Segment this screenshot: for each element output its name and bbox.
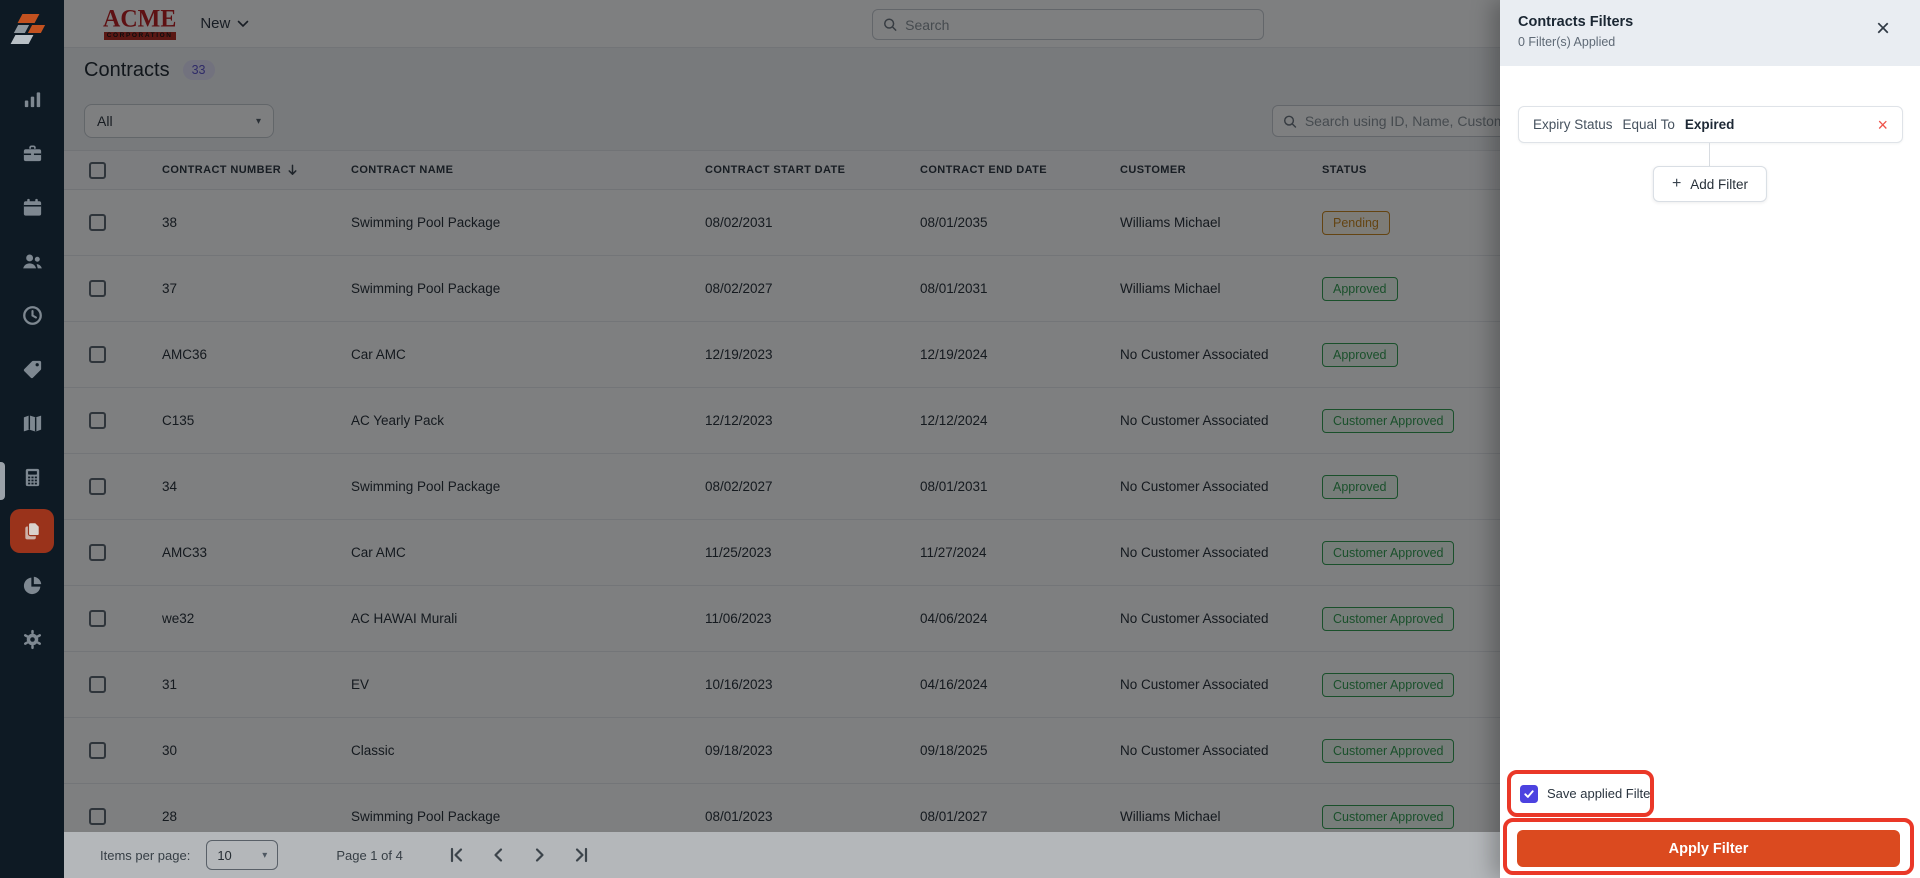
- items-per-page-value: 10: [217, 847, 232, 863]
- save-filter-annotation-box: Save applied Filter: [1507, 770, 1654, 817]
- pagination-bar: Items per page: 10 ▾ Page 1 of 4: [64, 832, 1500, 878]
- clock-icon: [21, 304, 44, 327]
- sidebar-item-calendar[interactable]: [0, 180, 64, 234]
- add-filter-button[interactable]: + Add Filter: [1652, 166, 1768, 202]
- sidebar-item-gear[interactable]: [0, 612, 64, 666]
- filters-panel-title: Contracts Filters: [1518, 14, 1634, 30]
- filter-field: Expiry Status: [1533, 117, 1613, 132]
- items-per-page-dropdown[interactable]: 10 ▾: [206, 840, 279, 870]
- next-page-button[interactable]: [531, 846, 549, 864]
- plus-icon: +: [1671, 175, 1682, 192]
- filter-operator: Equal To: [1622, 117, 1675, 132]
- filter-connector-line: [1709, 143, 1710, 166]
- sidebar-item-pie-chart[interactable]: [0, 558, 64, 612]
- sidebar-collapse-handle[interactable]: [0, 462, 5, 500]
- contracts-filters-panel: Contracts Filters 0 Filter(s) Applied × …: [1500, 0, 1920, 878]
- sidebar-item-calculator[interactable]: [0, 450, 64, 504]
- pie-chart-icon: [21, 574, 44, 597]
- add-filter-label: Add Filter: [1690, 176, 1749, 192]
- zoho-fsm-logo[interactable]: [0, 0, 64, 62]
- calculator-icon: [21, 466, 44, 489]
- checkmark-icon: [1524, 789, 1534, 798]
- apply-filter-button[interactable]: Apply Filter: [1517, 830, 1900, 867]
- sidebar-item-briefcase[interactable]: [0, 126, 64, 180]
- first-page-button[interactable]: [447, 846, 465, 864]
- sidebar-item-map[interactable]: [0, 396, 64, 450]
- filter-condition-row[interactable]: Expiry Status Equal To Expired ×: [1518, 106, 1903, 143]
- sidebar-item-documents[interactable]: [0, 504, 64, 558]
- save-filter-label: Save applied Filter: [1547, 786, 1654, 801]
- sidebar-nav: [0, 72, 64, 666]
- map-icon: [21, 412, 44, 435]
- tag-icon: [21, 358, 44, 381]
- pagination-controls: [447, 846, 591, 864]
- modal-dim-overlay[interactable]: [64, 0, 1500, 832]
- sidebar: [0, 0, 64, 878]
- sidebar-item-users[interactable]: [0, 234, 64, 288]
- documents-icon: [10, 509, 54, 553]
- sidebar-item-bar-chart[interactable]: [0, 72, 64, 126]
- caret-down-icon: ▾: [262, 849, 268, 861]
- page-info: Page 1 of 4: [336, 847, 403, 863]
- sidebar-item-clock[interactable]: [0, 288, 64, 342]
- filters-panel-header: Contracts Filters 0 Filter(s) Applied ×: [1500, 0, 1920, 66]
- filters-applied-count: 0 Filter(s) Applied: [1518, 35, 1616, 49]
- sidebar-item-tag[interactable]: [0, 342, 64, 396]
- bar-chart-icon: [21, 88, 44, 111]
- briefcase-icon: [21, 142, 44, 165]
- gear-icon: [21, 628, 44, 651]
- last-page-button[interactable]: [573, 846, 591, 864]
- previous-page-button[interactable]: [489, 846, 507, 864]
- close-icon[interactable]: ×: [1876, 17, 1890, 41]
- remove-filter-icon[interactable]: ×: [1877, 116, 1888, 134]
- save-filter-checkbox[interactable]: [1520, 784, 1538, 803]
- filter-value: Expired: [1684, 117, 1735, 132]
- items-per-page-label: Items per page:: [100, 847, 191, 863]
- users-icon: [21, 250, 44, 273]
- app-root: ACME CORPORATION New Contracts 33 All ▾: [0, 0, 1920, 878]
- apply-filter-annotation-box: Apply Filter: [1503, 818, 1914, 875]
- calendar-icon: [21, 196, 44, 219]
